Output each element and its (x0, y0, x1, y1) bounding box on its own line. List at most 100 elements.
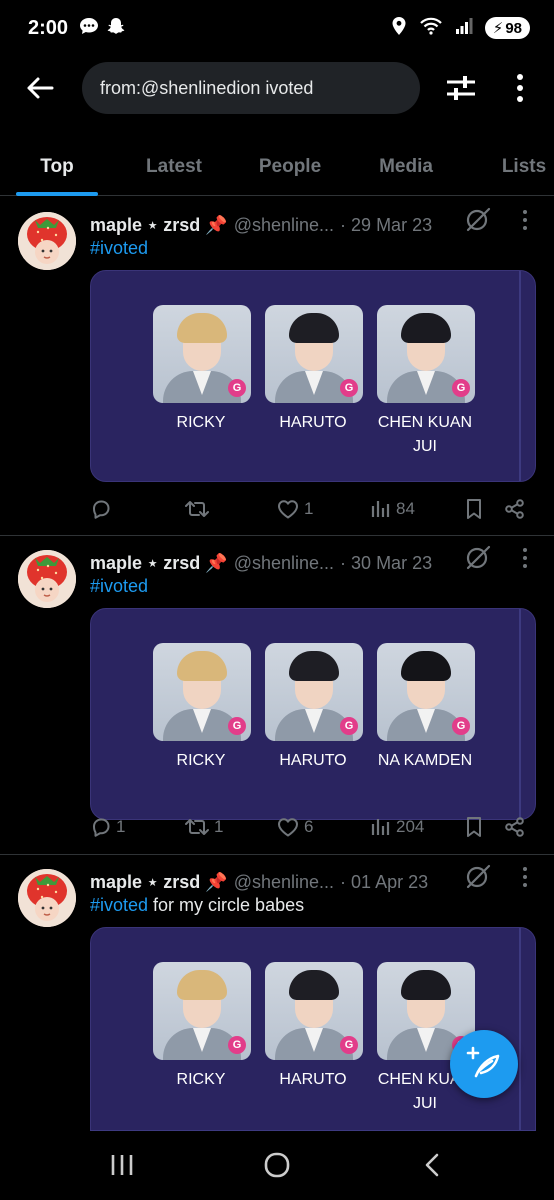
tweet-more-button[interactable] (518, 865, 532, 889)
tab-lists[interactable]: Lists (486, 138, 554, 195)
like-button[interactable]: 1 (276, 494, 313, 524)
filter-button[interactable] (444, 72, 478, 104)
recent-apps-button[interactable] (102, 1150, 142, 1180)
repost-count: 1 (214, 817, 224, 836)
tweet-text: #ivoted (90, 576, 148, 597)
search-input[interactable]: from:@shenlinedion ivoted (82, 62, 420, 114)
tab-top[interactable]: Top (16, 138, 98, 195)
grok-button[interactable] (464, 206, 492, 234)
status-bar: 2:00 ⚡ 98 (0, 0, 554, 56)
tweet-more-button[interactable] (518, 546, 532, 570)
chat-bubble-icon (78, 16, 100, 41)
grok-icon (466, 207, 491, 232)
trainee-name: HARUTO (279, 752, 347, 769)
tweet-date[interactable]: · 01 Apr 23 (340, 872, 428, 893)
g-badge-icon: G (452, 379, 470, 397)
trainee-photo: G (377, 643, 475, 741)
g-badge-icon: G (228, 717, 246, 735)
feather-plus-icon (466, 1046, 500, 1078)
tweet-more-button[interactable] (518, 208, 532, 232)
hashtag-link[interactable]: #ivoted (90, 895, 148, 915)
more-vertical-icon (517, 74, 523, 102)
more-options-button[interactable] (508, 72, 532, 104)
tweet-actions: 1 84 (90, 494, 540, 524)
tweet[interactable]: maple ⋆ zrsd 📌 @shenline... · 30 Mar 23 … (0, 536, 554, 855)
tweet-date[interactable]: · 29 Mar 23 (340, 215, 432, 236)
avatar[interactable] (18, 550, 76, 608)
location-icon (391, 16, 407, 41)
display-name[interactable]: maple ⋆ zrsd 📌 (90, 872, 228, 893)
trainee-photo: G (153, 962, 251, 1060)
user-handle[interactable]: @shenline... (234, 872, 334, 893)
trainee-photo: G (265, 305, 363, 403)
views-button[interactable]: 84 (370, 494, 415, 524)
like-button[interactable]: 6 (276, 812, 313, 842)
battery-indicator: ⚡ 98 (484, 17, 530, 39)
card-stripe (519, 271, 521, 481)
grok-icon (466, 545, 491, 570)
search-header: from:@shenlinedion ivoted (0, 60, 554, 116)
tweet-date[interactable]: · 30 Mar 23 (340, 553, 432, 574)
trainee-hair (289, 651, 339, 681)
display-name[interactable]: maple ⋆ zrsd 📌 (90, 553, 228, 574)
vote-image-card[interactable]: G RICKY G HARUTO G NA KAMDEN (90, 608, 536, 820)
share-button[interactable] (504, 494, 526, 524)
g-badge-icon: G (228, 379, 246, 397)
trainee-name: HARUTO (279, 414, 347, 431)
user-handle[interactable]: @shenline... (234, 553, 334, 574)
tab-media[interactable]: Media (364, 138, 448, 195)
status-time: 2:00 (28, 16, 69, 39)
signal-icon (455, 17, 473, 40)
system-nav-bar (0, 1130, 554, 1200)
bookmark-icon (464, 497, 484, 521)
tweet[interactable]: maple ⋆ zrsd 📌 @shenline... · 29 Mar 23 … (0, 198, 554, 536)
repost-icon (184, 498, 210, 520)
trainee-hair (289, 313, 339, 343)
repost-button[interactable]: 1 (184, 812, 223, 842)
tab-people[interactable]: People (246, 138, 334, 195)
avatar[interactable] (18, 212, 76, 270)
trainee-name: RICKY (176, 414, 226, 431)
system-back-button[interactable] (412, 1150, 452, 1180)
hashtag-link[interactable]: #ivoted (90, 576, 148, 596)
share-icon (504, 498, 526, 520)
hashtag-link[interactable]: #ivoted (90, 238, 148, 258)
snapchat-icon (106, 16, 126, 41)
g-badge-icon: G (228, 1036, 246, 1054)
home-button[interactable] (257, 1150, 297, 1180)
card-stripe (519, 609, 521, 819)
trainee-hair (177, 313, 227, 343)
g-badge-icon: G (340, 1036, 358, 1054)
views-chart-icon (370, 816, 392, 838)
trainee-hair (289, 970, 339, 1000)
bookmark-button[interactable] (464, 812, 484, 842)
trainee-hair (401, 313, 451, 343)
grok-button[interactable] (464, 863, 492, 891)
tab-latest[interactable]: Latest (132, 138, 216, 195)
views-count: 204 (396, 817, 425, 836)
card-edge (90, 1130, 536, 1131)
share-icon (504, 816, 526, 838)
avatar[interactable] (18, 869, 76, 927)
like-count: 6 (304, 817, 314, 836)
reply-icon (90, 816, 112, 838)
views-chart-icon (370, 498, 392, 520)
display-name[interactable]: maple ⋆ zrsd 📌 (90, 215, 228, 236)
grok-icon (466, 864, 491, 889)
back-button[interactable] (24, 72, 56, 104)
reply-button[interactable]: 1 (90, 812, 125, 842)
compose-button[interactable] (450, 1030, 518, 1098)
views-button[interactable]: 204 (370, 812, 424, 842)
search-tabs: Top Latest People Media Lists (0, 138, 554, 196)
share-button[interactable] (504, 812, 526, 842)
grok-button[interactable] (464, 544, 492, 572)
more-vertical-icon (523, 548, 527, 568)
user-handle[interactable]: @shenline... (234, 215, 334, 236)
trainee-name: RICKY (176, 752, 226, 769)
reply-button[interactable] (90, 494, 116, 524)
bookmark-button[interactable] (464, 494, 484, 524)
repost-button[interactable] (184, 494, 214, 524)
vote-image-card[interactable]: G RICKY G HARUTO G CHEN (90, 270, 536, 482)
trainee-name: NA KAMDEN (377, 752, 473, 769)
chevron-left-icon (425, 1153, 439, 1177)
